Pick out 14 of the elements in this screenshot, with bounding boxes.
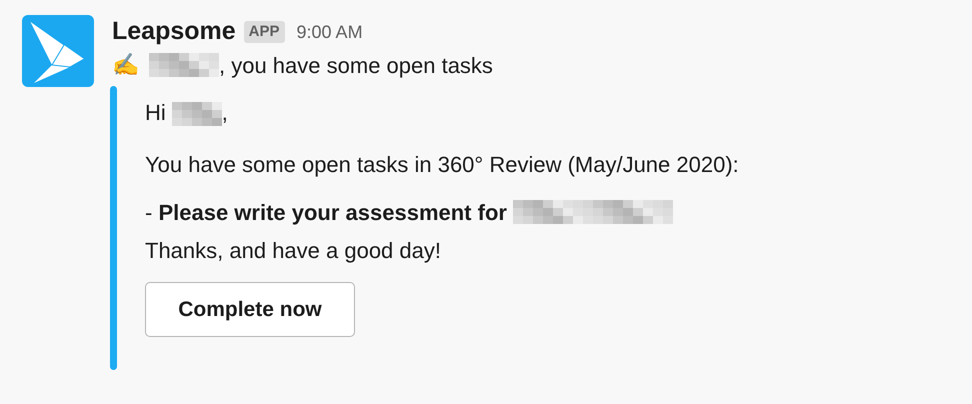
greeting-text: Hi	[145, 98, 166, 126]
timestamp[interactable]: 9:00 AM	[296, 18, 363, 46]
sender-name[interactable]: Leapsome	[112, 13, 236, 51]
redacted-name	[172, 102, 222, 126]
bird-logo-icon	[22, 15, 94, 87]
greeting-comma: ,	[222, 98, 228, 126]
message-headline: , you have some open tasks	[219, 52, 493, 80]
app-tag: APP	[244, 20, 285, 44]
intro-text: You have some open tasks in 360° Review (May/June 2020):	[145, 151, 739, 176]
writing-hand-emoji: ✍	[112, 52, 139, 80]
closing-text: Thanks, and have a good day!	[145, 237, 442, 262]
complete-now-button[interactable]: Complete now	[145, 282, 355, 337]
redacted-name	[149, 53, 219, 77]
task-text: - Please write your assessment for	[145, 198, 507, 227]
